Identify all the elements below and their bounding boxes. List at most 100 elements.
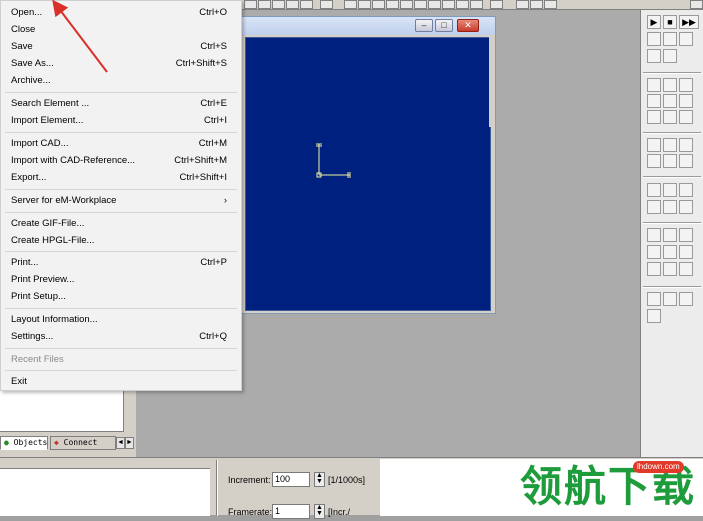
align-icon[interactable] — [663, 200, 677, 214]
divide-icon[interactable] — [679, 200, 693, 214]
transport-icon[interactable] — [679, 228, 693, 242]
target-icon[interactable] — [679, 292, 693, 306]
menu-item-import-cad[interactable]: Import CAD... Ctrl+M — [1, 135, 241, 152]
eye-icon[interactable] — [647, 154, 661, 168]
chart-icon[interactable] — [647, 200, 661, 214]
toolbar-button[interactable] — [372, 0, 385, 9]
toolbar-button[interactable] — [516, 0, 529, 9]
toolbar-button[interactable] — [344, 0, 357, 9]
window-titlebar[interactable]: – □ ✕ — [241, 17, 495, 35]
menu-item-import-cad-reference[interactable]: Import with CAD-Reference... Ctrl+Shift+M — [1, 152, 241, 169]
source-icon[interactable] — [647, 78, 661, 92]
fast-forward-button[interactable]: ▶▶ — [679, 15, 699, 29]
menu-item-import-element[interactable]: Import Element... Ctrl+I — [1, 112, 241, 129]
menu-item-create-gif[interactable]: Create GIF-File... — [1, 215, 241, 232]
framerate-unit: [Incr./ — [328, 507, 351, 517]
toolbar-button[interactable] — [470, 0, 483, 9]
toolbar-button[interactable] — [286, 0, 299, 9]
tab-connect[interactable]: ◆ Connect — [50, 436, 116, 450]
track-icon[interactable] — [663, 110, 677, 124]
toolbar-button[interactable] — [490, 0, 503, 9]
people-icon[interactable] — [679, 32, 693, 46]
toolbar-button[interactable] — [386, 0, 399, 9]
toolbar-button[interactable] — [428, 0, 441, 9]
close-button[interactable]: ✕ — [457, 19, 479, 32]
connector-icon[interactable] — [647, 138, 661, 152]
layout-canvas[interactable] — [245, 37, 491, 311]
edit-icon[interactable] — [663, 49, 677, 63]
toolbar-button[interactable] — [358, 0, 371, 9]
toolbar-button[interactable] — [320, 0, 333, 9]
minimize-button[interactable]: – — [415, 19, 433, 32]
dialog-icon[interactable] — [647, 262, 661, 276]
grid-icon[interactable] — [663, 154, 677, 168]
framerate-input[interactable]: 1 — [272, 504, 310, 519]
palette-separator — [643, 72, 701, 74]
document-icon[interactable] — [647, 32, 661, 46]
transport-icon[interactable] — [647, 228, 661, 242]
table-icon[interactable] — [647, 49, 661, 63]
menu-item-recent-files: Recent Files — [11, 354, 64, 365]
toolbar-button[interactable] — [414, 0, 427, 9]
station-icon[interactable] — [663, 78, 677, 92]
dismantle-icon[interactable] — [679, 94, 693, 108]
clock-icon[interactable] — [679, 138, 693, 152]
menu-item-print-preview[interactable]: Print Preview... — [1, 271, 241, 288]
toolbar-button[interactable] — [244, 0, 257, 9]
cross-icon[interactable] — [663, 292, 677, 306]
menu-item-exit[interactable]: Exit — [1, 373, 241, 390]
toolbar-button[interactable] — [544, 0, 557, 9]
tab-label: Connect — [63, 438, 98, 447]
flow-icon[interactable] — [663, 138, 677, 152]
palette-separator — [643, 222, 701, 224]
tab-scroll-right-icon[interactable]: ► — [125, 437, 134, 449]
tab-scroll-left-icon[interactable]: ◄ — [116, 437, 125, 449]
move-icon[interactable] — [647, 309, 661, 323]
tab-objects[interactable]: ● Objects — [0, 436, 48, 450]
turntable-icon[interactable] — [679, 110, 693, 124]
menu-item-print-setup[interactable]: Print Setup... — [1, 288, 241, 305]
method-icon[interactable] — [663, 262, 677, 276]
bulb-icon[interactable] — [679, 183, 693, 197]
menu-item-server-workplace[interactable]: Server for eM-Workplace › — [1, 192, 241, 209]
resize-icon[interactable] — [647, 292, 661, 306]
toolbar-button[interactable] — [456, 0, 469, 9]
play-button[interactable]: ▶ — [647, 15, 661, 29]
stop-button[interactable]: ■ — [663, 15, 677, 29]
window-scrollbar[interactable] — [489, 37, 493, 127]
worker-icon[interactable] — [679, 245, 693, 259]
worker-icon[interactable] — [663, 245, 677, 259]
buffer-icon[interactable] — [679, 78, 693, 92]
increment-input[interactable]: 100 — [272, 472, 310, 487]
worker-icon[interactable] — [647, 245, 661, 259]
conveyor-icon[interactable] — [647, 110, 661, 124]
toolbar-button[interactable] — [530, 0, 543, 9]
toolbar-button[interactable] — [400, 0, 413, 9]
toolbar-button[interactable] — [442, 0, 455, 9]
menu-item-print[interactable]: Print... Ctrl+P — [1, 254, 241, 271]
increment-spinner[interactable]: ▲ ▼ — [314, 472, 325, 487]
toolbar-button[interactable] — [258, 0, 271, 9]
drain-icon[interactable] — [647, 94, 661, 108]
toolbar-button[interactable] — [300, 0, 313, 9]
toolbar-button[interactable] — [272, 0, 285, 9]
variable-icon[interactable] — [679, 262, 693, 276]
maximize-button[interactable]: □ — [435, 19, 453, 32]
frame-icon[interactable] — [647, 183, 661, 197]
menu-item-create-hpgl[interactable]: Create HPGL-File... — [1, 232, 241, 249]
toolbar-button[interactable] — [690, 0, 703, 9]
menu-item-search-element[interactable]: Search Element ... Ctrl+E — [1, 95, 241, 112]
folder-icon[interactable] — [663, 183, 677, 197]
menu-item-settings[interactable]: Settings... Ctrl+Q — [1, 328, 241, 345]
connect-tab-icon: ◆ — [54, 438, 59, 447]
menu-item-layout-information[interactable]: Layout Information... — [1, 311, 241, 328]
layout-window[interactable]: – □ ✕ — [240, 16, 496, 314]
assembly-icon[interactable] — [663, 94, 677, 108]
framerate-row: Framerate: 1 ▲ ▼ [Incr./ — [228, 503, 378, 521]
object-tree[interactable] — [0, 390, 124, 432]
menu-item-export[interactable]: Export... Ctrl+Shift+I — [1, 169, 241, 186]
find-icon[interactable] — [663, 32, 677, 46]
transport-icon[interactable] — [663, 228, 677, 242]
framerate-spinner[interactable]: ▲ ▼ — [314, 504, 325, 519]
curve-icon[interactable] — [679, 154, 693, 168]
